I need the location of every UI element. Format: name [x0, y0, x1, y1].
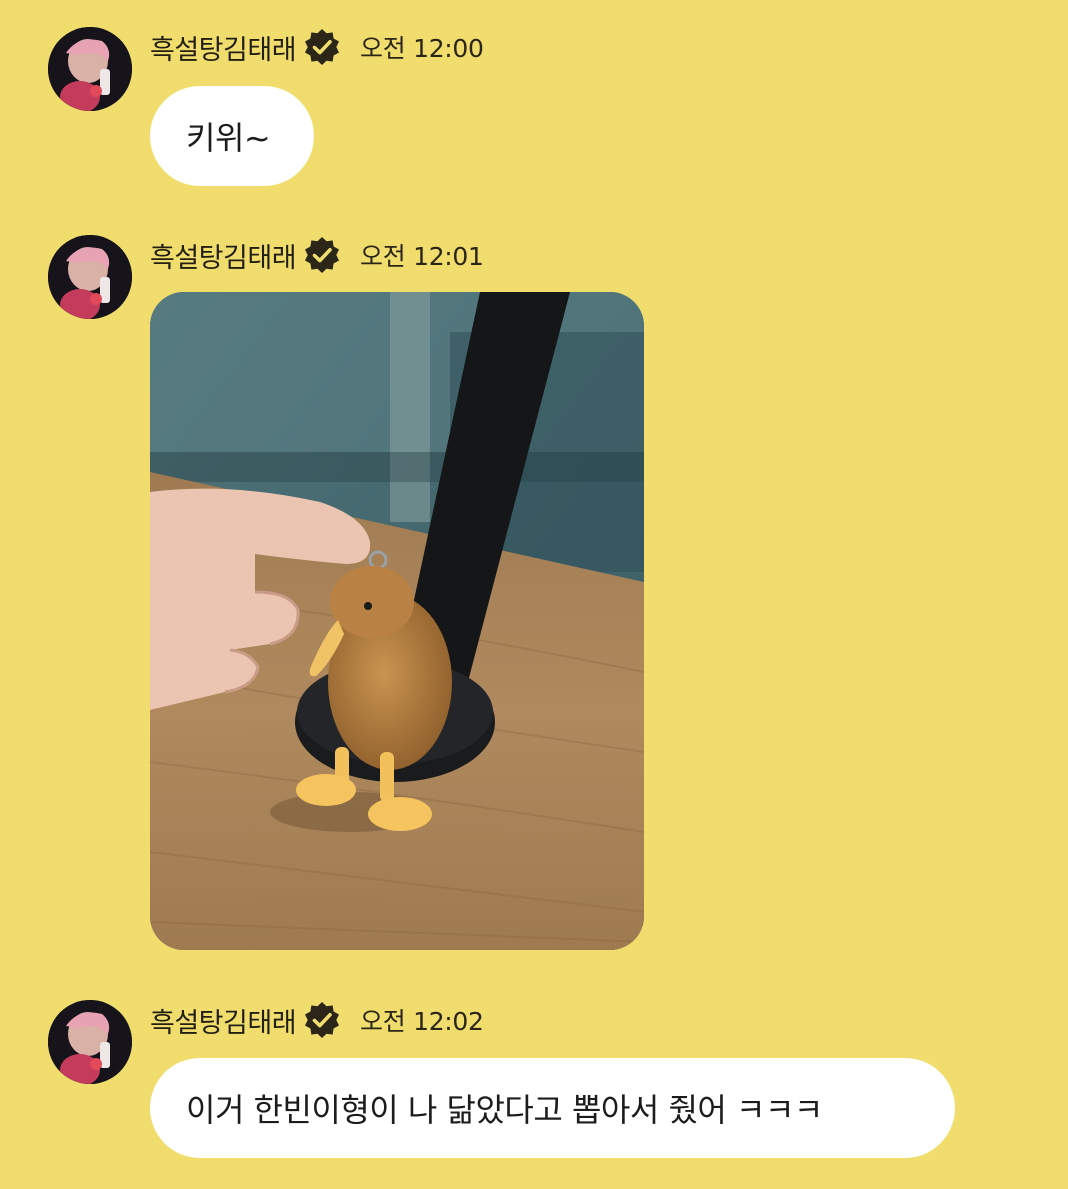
avatar[interactable]: [48, 1000, 132, 1084]
text-bubble[interactable]: 이거 한빈이형이 나 닮았다고 뽑아서 줬어 ㅋㅋㅋ: [150, 1058, 955, 1158]
message-text: 이거 한빈이형이 나 닮았다고 뽑아서 줬어 ㅋㅋㅋ: [186, 1091, 823, 1129]
verified-badge-icon: [302, 27, 342, 67]
message-time: 오전 12:00: [360, 34, 484, 63]
message-header: 흑설탕김태래 오전 12:00: [150, 27, 484, 67]
message-header: 흑설탕김태래 오전 12:02: [150, 1000, 484, 1040]
kiwi-bird-plush-keychain-photo: [150, 292, 644, 950]
verified-badge-icon: [302, 235, 342, 275]
message-time: 오전 12:01: [360, 242, 484, 271]
sender-name[interactable]: 흑설탕김태래: [150, 28, 297, 67]
image-message[interactable]: [150, 292, 644, 950]
sender-name[interactable]: 흑설탕김태래: [150, 236, 297, 275]
verified-badge-icon: [302, 1000, 342, 1040]
message-time: 오전 12:02: [360, 1007, 484, 1036]
avatar[interactable]: [48, 27, 132, 111]
message-header: 흑설탕김태래 오전 12:01: [150, 235, 484, 275]
text-bubble[interactable]: 키위~: [150, 86, 314, 186]
avatar[interactable]: [48, 235, 132, 319]
message-text: 키위~: [186, 119, 271, 157]
sender-name[interactable]: 흑설탕김태래: [150, 1001, 297, 1040]
chat-screen: { "messages": [ { "sender": "흑설탕김태래", "t…: [0, 0, 1068, 1189]
